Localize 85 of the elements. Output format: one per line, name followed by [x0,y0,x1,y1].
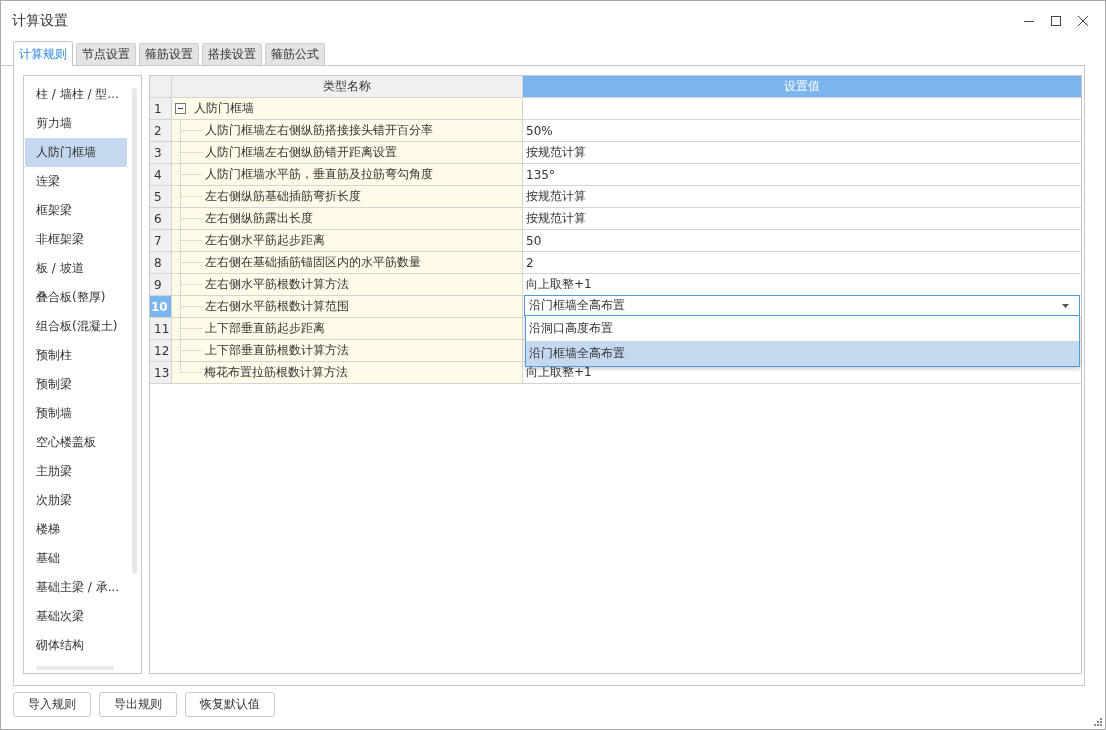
setting-name: 左右侧纵筋基础插筋弯折长度 [205,188,361,205]
tree-line [180,318,203,339]
cell-value: 按规范计算 [526,144,586,161]
tree-line [180,340,203,361]
setting-name: 人防门框墙左右侧纵筋搭接接头错开百分率 [205,122,433,139]
dropdown-field[interactable]: 沿门框墙全高布置 [524,295,1080,316]
category-item[interactable]: 剪力墙 [25,109,127,138]
setting-name: 人防门框墙水平筋，垂直筋及拉筋弯勾角度 [205,166,433,183]
category-item[interactable]: 基础次梁 [25,602,127,631]
setting-name: 左右侧水平筋起步距离 [205,232,325,249]
category-item[interactable]: 叠合板(整厚) [25,283,127,312]
cell-value: 50% [526,123,553,138]
tree-line [180,142,203,163]
category-item[interactable]: 连梁 [25,167,127,196]
window-title: 计算设置 [12,11,68,30]
close-icon[interactable] [1077,14,1089,27]
caret-icon [1062,303,1069,308]
category-item[interactable]: 次肋梁 [25,486,127,515]
footer-button[interactable]: 恢复默认值 [185,692,275,717]
row-number: 12 [150,340,172,361]
row-number: 2 [150,120,172,141]
category-item[interactable]: 人防门框墙 [25,138,127,167]
setting-name: 左右侧水平筋根数计算范围 [205,298,349,315]
tree-line [180,186,203,207]
row-number: 4 [150,164,172,185]
category-item[interactable]: 主肋梁 [25,457,127,486]
category-item[interactable]: 非框架梁 [25,225,127,254]
category-item[interactable]: 砌体结构 [25,631,127,660]
maximize-icon[interactable] [1050,14,1062,27]
dropdown-option[interactable]: 沿门框墙全高布置 [526,341,1079,366]
category-item[interactable]: 基础主梁 / 承... [25,573,127,602]
tree-line [180,120,203,141]
row-number: 11 [150,318,172,339]
column-header: 设置值 [523,76,1081,97]
row-number: 5 [150,186,172,207]
footer-button[interactable]: 导入规则 [13,692,91,717]
tree-line [180,230,203,251]
cell-value: 2 [526,255,534,270]
category-item[interactable]: 柱 / 墙柱 / 型... [25,80,127,109]
setting-name: 人防门框墙左右侧纵筋错开距离设置 [205,144,397,161]
cell-value: 向上取整+1 [526,276,592,293]
setting-name: 上下部垂直筋起步距离 [205,320,325,337]
tab[interactable]: 箍筋公式 [265,43,325,65]
category-item[interactable]: 预制墙 [25,399,127,428]
dropdown-option[interactable]: 沿洞口高度布置 [526,316,1079,341]
row-number: 6 [150,208,172,229]
column-header: 类型名称 [172,76,523,97]
category-item[interactable]: 组合板(混凝土) [25,312,127,341]
cell-value: 按规范计算 [526,210,586,227]
cell-value: 向上取整+1 [526,364,592,381]
tree-line [180,164,203,185]
category-item[interactable]: 基础 [25,544,127,573]
setting-name: 左右侧在基础插筋锚固区内的水平筋数量 [205,254,421,271]
category-item[interactable]: 空心楼盖板 [25,428,127,457]
category-item[interactable]: 框架梁 [25,196,127,225]
tree-line [180,274,203,295]
setting-name: 左右侧水平筋根数计算方法 [205,276,349,293]
collapse-toggle[interactable] [175,103,186,114]
resize-grip-icon[interactable] [1094,718,1102,726]
row-number: 13 [150,362,172,383]
setting-name: 梅花布置拉筋根数计算方法 [204,364,348,381]
row-number: 9 [150,274,172,295]
footer-button[interactable]: 导出规则 [99,692,177,717]
tree-line [180,296,203,317]
category-item[interactable]: 板 / 坡道 [25,254,127,283]
tree-line [180,208,203,229]
cell-value: 50 [526,233,542,248]
tab[interactable]: 搭接设置 [202,43,262,65]
category-item[interactable]: 预制梁 [25,370,127,399]
row-number: 7 [150,230,172,251]
cell-value: 135° [526,167,555,182]
group-name: 人防门框墙 [194,100,254,117]
tab[interactable]: 箍筋设置 [139,43,199,65]
row-number: 1 [150,98,172,119]
cell-value: 按规范计算 [526,188,586,205]
row-number: 10 [150,296,172,317]
row-number: 8 [150,252,172,273]
tab[interactable]: 节点设置 [76,43,136,65]
category-item[interactable]: 预制柱 [25,341,127,370]
setting-name: 左右侧纵筋露出长度 [205,210,313,227]
tab[interactable]: 计算规则 [13,41,73,66]
row-number: 3 [150,142,172,163]
tree-line [180,252,203,273]
setting-name: 上下部垂直筋根数计算方法 [205,342,349,359]
category-item[interactable]: 楼梯 [25,515,127,544]
